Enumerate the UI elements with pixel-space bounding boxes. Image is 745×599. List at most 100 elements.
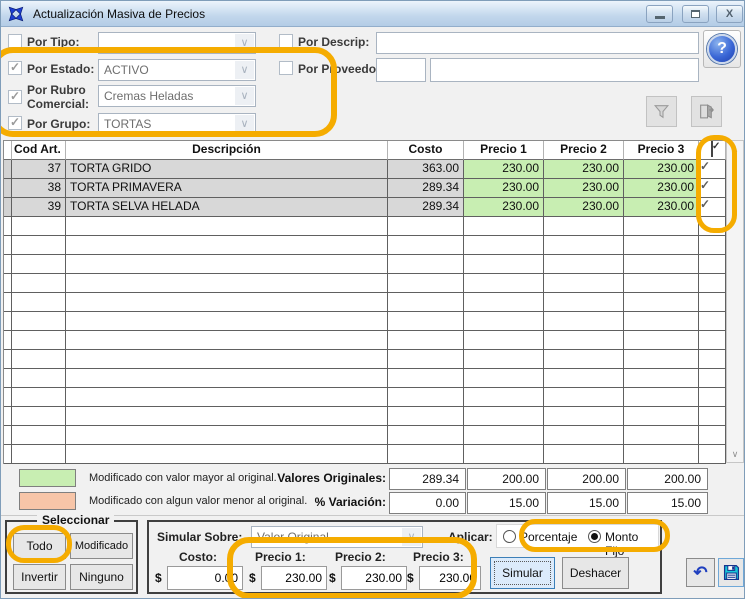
grid-empty-row bbox=[4, 369, 726, 388]
precio1-input[interactable] bbox=[261, 566, 327, 590]
por-grupo-label: Por Grupo: bbox=[27, 117, 90, 131]
grid-header-precio1[interactable]: Precio 1 bbox=[464, 141, 544, 160]
grid-header-cod[interactable]: Cod Art. bbox=[12, 141, 66, 160]
grid-header-precio3[interactable]: Precio 3 bbox=[624, 141, 699, 160]
invertir-button[interactable]: Invertir bbox=[13, 564, 66, 590]
por-grupo-checkbox[interactable]: ✓ bbox=[8, 116, 22, 130]
scroll-down-icon[interactable]: ∨ bbox=[727, 446, 743, 462]
porcentaje-label[interactable]: Porcentaje bbox=[520, 530, 577, 544]
grid-row-38[interactable]: 38 TORTA PRIMAVERA 289.34 230.00 230.00 … bbox=[4, 179, 726, 198]
por-tipo-dropdown[interactable]: ∨ bbox=[98, 32, 256, 54]
por-estado-dropdown[interactable]: ACTIVO ∨ bbox=[98, 59, 256, 81]
valores-costo: 289.34 bbox=[389, 468, 466, 490]
simular-sobre-dropdown[interactable]: Valor Original ∨ bbox=[251, 526, 423, 548]
grid-row-39[interactable]: 39 TORTA SELVA HELADA 289.34 230.00 230.… bbox=[4, 198, 726, 217]
por-estado-label: Por Estado: bbox=[27, 62, 94, 76]
monto-fijo-label[interactable]: Monto Fijo bbox=[605, 530, 658, 558]
por-tipo-label: Por Tipo: bbox=[27, 35, 79, 49]
grid-empty-row bbox=[4, 426, 726, 445]
cell-desc: TORTA GRIDO bbox=[66, 160, 388, 179]
grid-empty-row bbox=[4, 274, 726, 293]
close-button[interactable]: X bbox=[716, 5, 743, 23]
costo-input[interactable] bbox=[167, 566, 243, 590]
precio2-currency: $ bbox=[329, 571, 336, 585]
grid-row-37[interactable]: 37 TORTA GRIDO 363.00 230.00 230.00 230.… bbox=[4, 160, 726, 179]
grid-header-selector bbox=[4, 141, 12, 160]
precio3-input[interactable] bbox=[419, 566, 481, 590]
cell-cod: 37 bbox=[12, 160, 66, 179]
grid-empty-row bbox=[4, 312, 726, 331]
por-proveedor-code-input[interactable] bbox=[376, 58, 426, 82]
variacion-precio2: 15.00 bbox=[547, 492, 626, 514]
valores-precio3: 200.00 bbox=[627, 468, 708, 490]
monto-fijo-radio[interactable] bbox=[588, 530, 601, 543]
row-checkbox[interactable]: ✓ bbox=[699, 198, 701, 214]
porcentaje-radio[interactable] bbox=[503, 530, 516, 543]
row-checkbox[interactable]: ✓ bbox=[699, 160, 701, 176]
question-icon: ? bbox=[707, 34, 737, 64]
cell-precio3: 230.00 bbox=[624, 179, 699, 198]
grid-header-costo[interactable]: Costo bbox=[388, 141, 464, 160]
check-icon: ✓ bbox=[10, 60, 20, 74]
simular-button[interactable]: Simular bbox=[490, 557, 555, 589]
ninguno-button[interactable]: Ninguno bbox=[70, 564, 133, 590]
costo-currency: $ bbox=[155, 571, 162, 585]
maximize-button[interactable] bbox=[682, 5, 709, 23]
cell-cod: 38 bbox=[12, 179, 66, 198]
chevron-down-icon: ∨ bbox=[235, 61, 254, 79]
grid-scrollbar[interactable]: ∧ ∨ bbox=[726, 140, 744, 463]
por-rubro-label-line2: Comercial: bbox=[27, 97, 89, 111]
por-estado-checkbox[interactable]: ✓ bbox=[8, 61, 22, 75]
grid-empty-row bbox=[4, 331, 726, 350]
grid-header-row: Cod Art. Descripción Costo Precio 1 Prec… bbox=[4, 141, 726, 160]
row-checkbox[interactable]: ✓ bbox=[699, 179, 701, 195]
cell-costo: 363.00 bbox=[388, 160, 464, 179]
check-icon: ✓ bbox=[10, 89, 20, 103]
precio3-currency: $ bbox=[407, 571, 414, 585]
por-descrip-checkbox[interactable] bbox=[279, 34, 293, 48]
grid-header-desc[interactable]: Descripción bbox=[66, 141, 388, 160]
chevron-down-icon: ∨ bbox=[235, 34, 254, 52]
cell-cod: 39 bbox=[12, 198, 66, 217]
exit-button[interactable] bbox=[691, 96, 722, 127]
grid-empty-row bbox=[4, 236, 726, 255]
save-button[interactable] bbox=[718, 558, 744, 587]
por-proveedor-checkbox[interactable] bbox=[279, 61, 293, 75]
por-proveedor-label: Por Proveedor: bbox=[298, 62, 385, 76]
precio2-input[interactable] bbox=[341, 566, 407, 590]
cell-desc: TORTA PRIMAVERA bbox=[66, 179, 388, 198]
grid-empty-row bbox=[4, 350, 726, 369]
modificado-button[interactable]: Modificado bbox=[70, 533, 133, 559]
grid-header-check[interactable]: ✓ bbox=[699, 141, 726, 160]
por-descrip-input[interactable] bbox=[376, 32, 699, 54]
cell-precio3: 230.00 bbox=[624, 198, 699, 217]
por-tipo-checkbox[interactable] bbox=[8, 34, 22, 48]
minimize-button[interactable] bbox=[646, 5, 673, 23]
por-rubro-checkbox[interactable]: ✓ bbox=[8, 90, 22, 104]
por-proveedor-name-input[interactable] bbox=[430, 58, 699, 82]
seleccionar-title: Seleccionar bbox=[37, 513, 114, 527]
header-checkbox-icon: ✓ bbox=[711, 141, 713, 157]
grid-empty-row bbox=[4, 217, 726, 236]
filter-button[interactable] bbox=[646, 96, 677, 127]
todo-button[interactable]: Todo bbox=[13, 533, 66, 559]
cell-precio2: 230.00 bbox=[544, 160, 624, 179]
cell-precio2: 230.00 bbox=[544, 198, 624, 217]
chevron-down-icon: ∨ bbox=[235, 87, 254, 105]
grid-header-precio2[interactable]: Precio 2 bbox=[544, 141, 624, 160]
help-button[interactable]: ? bbox=[703, 30, 741, 68]
undo-button[interactable]: ↶ bbox=[686, 558, 715, 587]
aplicar-options: Porcentaje Monto Fijo bbox=[496, 524, 659, 548]
grid-body bbox=[4, 217, 726, 464]
variacion-label: % Variación: bbox=[201, 495, 386, 509]
por-rubro-dropdown[interactable]: Cremas Heladas ∨ bbox=[98, 85, 256, 107]
chevron-down-icon: ∨ bbox=[235, 115, 254, 133]
cell-desc: TORTA SELVA HELADA bbox=[66, 198, 388, 217]
scroll-up-icon[interactable]: ∧ bbox=[727, 141, 743, 157]
precio1-label: Precio 1: bbox=[255, 550, 306, 564]
legend-swatch-salmon bbox=[19, 492, 76, 510]
deshacer-button[interactable]: Deshacer bbox=[562, 557, 629, 589]
por-grupo-dropdown[interactable]: TORTAS ∨ bbox=[98, 113, 256, 135]
funnel-icon bbox=[653, 103, 670, 120]
grid-empty-row bbox=[4, 293, 726, 312]
